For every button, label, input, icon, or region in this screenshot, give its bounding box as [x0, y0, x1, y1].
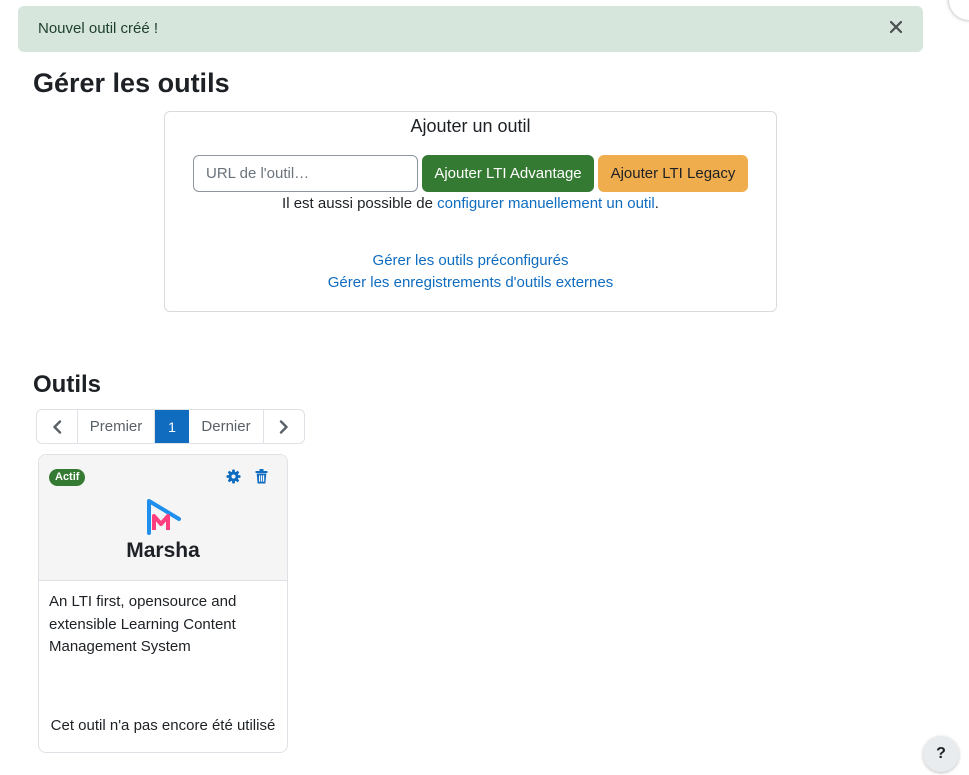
add-lti-advantage-button[interactable]: Ajouter LTI Advantage — [422, 155, 594, 192]
tool-name: Marsha — [126, 539, 200, 562]
configure-manually-link[interactable]: configurer manuellement un outil — [437, 195, 655, 212]
hint-suffix: . — [654, 195, 659, 212]
page-title: Gérer les outils — [33, 68, 230, 98]
pagination-first[interactable]: Premier — [78, 410, 155, 443]
gear-icon[interactable] — [224, 467, 242, 485]
tools-section-title: Outils — [33, 371, 102, 398]
add-lti-legacy-button[interactable]: Ajouter LTI Legacy — [598, 155, 748, 192]
manual-config-hint: Il est aussi possible de configurer manu… — [165, 195, 776, 212]
add-tool-heading: Ajouter un outil — [410, 116, 531, 136]
status-badge: Actif — [49, 469, 86, 486]
alert-message: Nouvel outil créé ! — [38, 20, 159, 37]
success-alert: Nouvel outil créé ! — [18, 6, 923, 52]
marsha-logo — [147, 499, 181, 535]
chevron-right-icon — [279, 419, 288, 434]
tool-description: An LTI first, opensource and extensible … — [49, 593, 237, 655]
hint-prefix: Il est aussi possible de — [282, 195, 438, 212]
tool-card: Actif Marsha An LTI first, opensource an… — [38, 454, 288, 753]
pagination-next[interactable] — [264, 410, 304, 443]
tool-usage-status: Cet outil n'a pas encore été utilisé — [50, 717, 276, 734]
pagination-current-page[interactable]: 1 — [155, 410, 189, 443]
pagination-prev[interactable] — [37, 410, 78, 443]
pagination: Premier 1 Dernier — [36, 409, 305, 444]
pagination-last[interactable]: Dernier — [189, 410, 264, 443]
tool-url-input[interactable] — [193, 155, 418, 192]
chevron-left-icon — [53, 419, 62, 434]
tool-card-header: Actif Marsha — [39, 455, 287, 581]
close-icon[interactable] — [885, 16, 907, 38]
manage-preconfigured-tools-link[interactable]: Gérer les outils préconfigurés — [373, 252, 569, 269]
trash-icon[interactable] — [252, 467, 270, 485]
corner-drawer-toggle[interactable] — [949, 0, 969, 20]
manage-tool-registrations-link[interactable]: Gérer les enregistrements d'outils exter… — [328, 274, 614, 291]
help-button[interactable]: ? — [923, 736, 959, 772]
add-tool-panel: Ajouter un outil Ajouter LTI Advantage A… — [164, 111, 777, 312]
